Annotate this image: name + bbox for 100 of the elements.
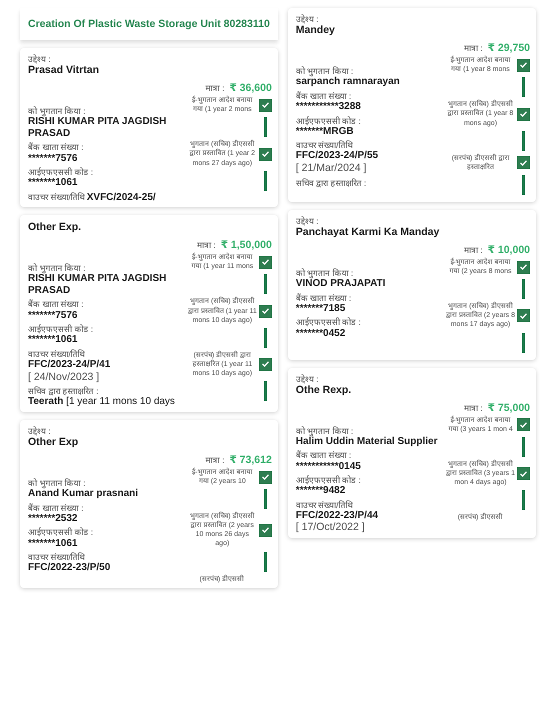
field-label: को भुगतान किया : (296, 66, 354, 76)
purpose-text: Other Exp. (28, 221, 82, 234)
check-icon (262, 361, 269, 368)
field-value: *******7576 (28, 310, 78, 322)
amount-label: मात्रा : (464, 42, 483, 54)
field-label: सचिव द्वारा हस्ताक्षरित : (296, 178, 368, 188)
field-value: Teerath [1 year 11 mons 10 days (28, 396, 176, 408)
amount-label: मात्रा : (206, 454, 224, 465)
purpose-text: Mandey (296, 24, 336, 36)
field-label: वाउचर संख्या/तिथि (28, 348, 86, 359)
check-icon (520, 470, 527, 477)
field-value: Halim Uddin Material Supplier (296, 436, 438, 448)
step-checkbox[interactable] (258, 304, 272, 318)
amount-value: ₹ 1,50,000 (220, 239, 272, 252)
field-value: ***********3288 (296, 101, 362, 113)
field-label: को भुगतान किया : (28, 263, 86, 274)
timeline-line (522, 490, 525, 510)
field-value: Anand Kumar prasnani (28, 488, 140, 500)
timeline-line (522, 77, 525, 98)
field-label: बैंक खाता संख्या : (296, 292, 352, 303)
timeline-line (264, 170, 267, 191)
voucher-date: [ 17/Oct/2022 ] (296, 521, 366, 534)
timeline-line (264, 552, 267, 572)
field-value: *******0452 (296, 328, 346, 340)
field-value: *******1061 (28, 177, 78, 189)
check-icon (520, 160, 527, 166)
field-value: FFC/2023-24/P/41 (28, 359, 112, 370)
field-label: बैंक खाता संख्या : (28, 142, 84, 153)
step-checkbox[interactable] (517, 58, 530, 72)
field-label: को भुगतान किया : (28, 106, 86, 116)
check-icon (520, 312, 527, 319)
purpose-text: Othe Rexp. (296, 384, 352, 396)
step-checkbox[interactable] (258, 256, 272, 269)
amount-label: मात्रा : (464, 244, 483, 256)
field-value: VINOD PRAJAPATI (296, 278, 386, 290)
field-label: आईएफएससी कोड : (28, 527, 94, 538)
field-label: को भुगतान किया : (296, 268, 354, 278)
step-checkbox[interactable] (517, 156, 530, 170)
check-icon (520, 264, 527, 270)
field-label: आईएफएससी कोड : (28, 324, 94, 334)
purpose-label: उद्देश्य : (28, 54, 52, 64)
field-value: *******7185 (296, 302, 346, 314)
timeline-line (264, 489, 267, 510)
field-label: बैंक खाता संख्या : (296, 450, 352, 461)
field-label: बैंक खाता संख्या : (296, 90, 352, 102)
step-checkbox[interactable] (517, 309, 530, 322)
field-label: आईएफएससी कोड : (296, 317, 362, 328)
step-checkbox[interactable] (258, 524, 272, 537)
field-value: sarpanch ramnarayan (296, 76, 401, 88)
check-icon (520, 62, 527, 68)
step-checkbox[interactable] (517, 418, 530, 432)
field-label: बैंक खाता संख्या : (28, 299, 84, 310)
check-icon (262, 259, 269, 266)
field-label: बैंक खाता संख्या : (28, 502, 84, 513)
voucher-date: [ 21/Mar/2024 ] (296, 162, 368, 175)
purpose-text: Other Exp (28, 436, 80, 448)
purpose-label: उद्देश्य : (28, 426, 52, 436)
amount-value: ₹ 36,600 (229, 82, 272, 94)
field-label: आईएफएससी कोड : (296, 475, 362, 486)
purpose-text: Panchayat Karmi Ka Manday (296, 226, 440, 238)
field-label: आईएफएससी कोड : (28, 167, 94, 178)
check-icon (262, 527, 269, 534)
field-value: *******MRGB (296, 126, 355, 138)
step-checkbox[interactable] (258, 98, 272, 112)
field-value: *******1061 (28, 334, 78, 346)
step-checkbox[interactable] (258, 470, 272, 484)
field-value: RISHI KUMAR PITA JAGDISH PRASAD (28, 273, 168, 296)
timeline-line (264, 381, 267, 401)
field-label: आईएफएससी कोड : (296, 116, 362, 126)
step-checkbox[interactable] (258, 358, 272, 371)
timeline-line (264, 117, 267, 138)
step-checkbox[interactable] (258, 148, 272, 161)
amount-label: मात्रा : (464, 402, 483, 413)
amount-value: ₹ 73,612 (229, 454, 272, 466)
step-checkbox[interactable] (517, 260, 530, 274)
field-value: FFC/2022-23/P/44 (296, 510, 380, 522)
check-icon (520, 422, 527, 428)
field-value: *******9482 (296, 485, 346, 497)
timeline-line (522, 130, 525, 151)
field-label: को भुगतान किया : (28, 478, 86, 488)
step-checkbox[interactable] (517, 108, 530, 121)
timeline-line (522, 174, 525, 195)
voucher-date: [ 24/Nov/2023 ] (28, 370, 100, 384)
field-label: को भुगतान किया : (296, 426, 354, 436)
check-icon (262, 151, 269, 158)
purpose-label: उद्देश्य : (296, 374, 320, 384)
timeline-line (522, 279, 525, 300)
field-value: ***********0145 (296, 460, 362, 472)
field-label: सचिव द्वारा हस्ताक्षरित : (28, 386, 100, 396)
field-value: *******2532 (28, 512, 78, 524)
check-icon (262, 102, 269, 108)
timeline-line (264, 274, 267, 294)
field-value: RISHI KUMAR PITA JAGDISH PRASAD (28, 116, 168, 140)
field-label: वाउचर संख्या/तिथि (28, 552, 86, 562)
amount-label: मात्रा : (206, 82, 224, 94)
amount-value: ₹ 10,000 (488, 244, 530, 256)
purpose-label: उद्देश्य : (296, 216, 320, 226)
step-checkbox[interactable] (517, 467, 530, 480)
amount-label: मात्रा : (196, 239, 216, 250)
check-icon (262, 474, 269, 480)
